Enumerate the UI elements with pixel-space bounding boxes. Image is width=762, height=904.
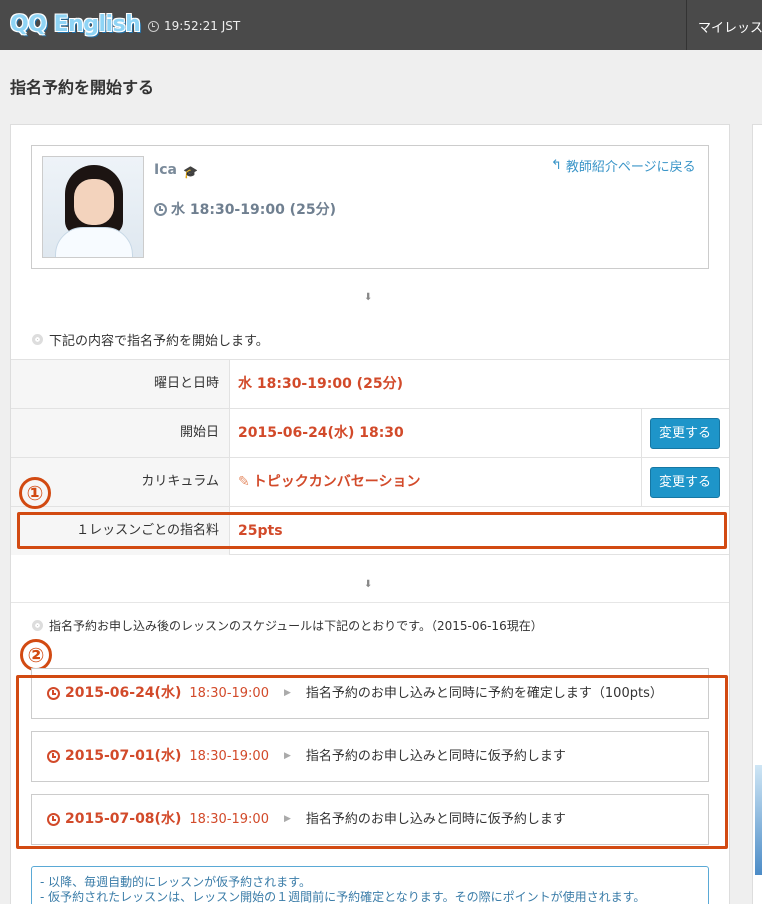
annotation-marker-2: ② [20,639,52,671]
detail-label: 曜日と日時 [11,360,230,408]
back-to-teacher-link[interactable]: ↰ 教師紹介ページに戻る [551,156,696,175]
server-time: 19:52:21 JST [164,19,241,33]
schedule-intro-line: 指名予約お申し込み後のレッスンのスケジュールは下記のとおりです。（2015-06… [32,617,543,634]
notice-box: - 以降、毎週自動的にレッスンが仮予約されます。 - 仮予約されたレッスンは、レ… [31,866,709,904]
detail-row-curriculum: カリキュラム ✎ トピックカンバセーション 変更する [11,457,729,506]
detail-row-datetime: 曜日と日時 水 18:30-19:00 (25分) [11,359,729,408]
down-arrow-icon: ⬇ [364,579,373,590]
intro-text: 下記の内容で指名予約を開始します。 [49,334,269,349]
server-clock: 19:52:21 JST [148,19,240,33]
intro-line: 下記の内容で指名予約を開始します。 [32,330,269,349]
graduation-cap-icon: 🎓 [183,165,198,179]
change-curriculum-button[interactable]: 変更する [650,467,720,498]
bullet-icon [32,620,43,631]
teacher-photo[interactable] [42,156,144,258]
detail-value: ✎ トピックカンバセーション [238,458,420,506]
qq-english-logo[interactable]: QQ English [10,12,141,40]
curriculum-value: トピックカンバセーション [252,474,421,490]
teacher-name[interactable]: Ica [154,162,177,178]
teacher-time-text: 水 18:30-19:00 (25分) [171,202,336,218]
notice-line: - 以降、毎週自動的にレッスンが仮予約されます。 [40,875,311,889]
clock-icon [148,20,159,32]
detail-value: 水 18:30-19:00 (25分) [238,376,403,392]
detail-row-start-date: 開始日 2015-06-24(水) 18:30 変更する [11,408,729,457]
return-arrow-icon: ↰ [551,158,562,173]
annotation-box-1 [17,512,727,549]
detail-label: 開始日 [11,409,230,457]
annotation-box-2 [16,675,728,849]
annotation-marker-1: ① [19,477,51,509]
schedule-intro-text: 指名予約お申し込み後のレッスンのスケジュールは下記のとおりです。（2015-06… [49,619,543,633]
back-link-label: 教師紹介ページに戻る [565,160,696,175]
bullet-icon [32,334,43,345]
page-title: 指名予約を開始する [10,78,155,97]
my-lessons-link[interactable]: マイレッスン [698,17,762,36]
sidebar-banner[interactable] [755,765,762,875]
pencil-icon: ✎ [238,474,250,490]
top-bar: QQ English 19:52:21 JST マイレッスン [0,0,762,50]
header-divider [686,0,687,50]
change-start-date-button[interactable]: 変更する [650,418,720,449]
notice-line: - 仮予約されたレッスンは、レッスン開始の１週間前に予約確定となります。その際に… [40,890,646,904]
down-arrow-icon: ⬇ [364,292,373,303]
detail-value: 2015-06-24(水) 18:30 [238,425,404,441]
clock-icon [154,202,167,216]
teacher-lesson-time: 水 18:30-19:00 (25分) [154,199,336,219]
